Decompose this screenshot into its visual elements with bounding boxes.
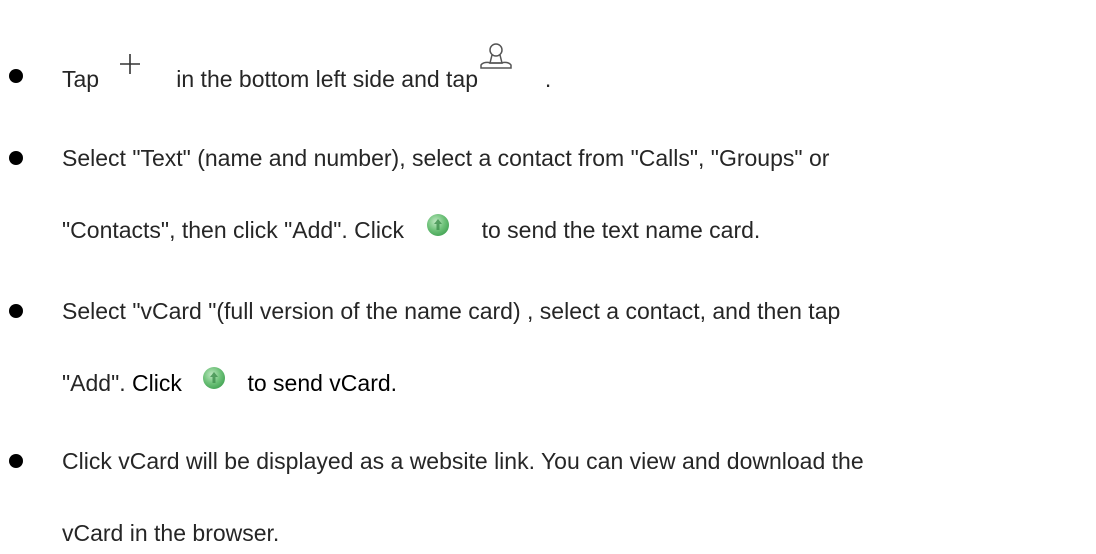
text-segment: "Contacts", then click "Add". Click [62, 217, 405, 244]
bullet-dot [9, 151, 23, 165]
text-line: Select "vCard "(full version of the name… [62, 297, 840, 325]
send-icon [425, 212, 451, 244]
text-segment: to send vCard. [247, 370, 398, 397]
send-icon [201, 365, 227, 397]
text-segment: in the bottom left side and tap [176, 66, 479, 93]
text-segment: Click vCard will be displayed as a websi… [62, 448, 864, 474]
bullet-dot [9, 69, 23, 83]
text-segment: . [544, 66, 552, 93]
plus-icon [119, 53, 141, 81]
text-line: vCard in the browser. [62, 519, 279, 547]
bullet-dot [9, 304, 23, 318]
text-segment: "Add". [62, 370, 126, 397]
text-line: "Add". Click to send vCard. [62, 367, 398, 401]
text-segment: vCard in the browser. [62, 520, 280, 546]
document-body: Tap in the bottom left side and tap . Se… [0, 0, 1096, 554]
bullet-dot [9, 454, 23, 468]
text-line: "Contacts", then click "Add". Click to s… [62, 214, 761, 248]
text-segment: Tap [62, 66, 100, 93]
text-line: Select "Text" (name and number), select … [62, 144, 829, 172]
text-segment: Click [132, 370, 182, 397]
text-segment: Select "Text" (name and number), select … [62, 145, 830, 171]
text-line: Click vCard will be displayed as a websi… [62, 447, 864, 475]
text-line: Tap in the bottom left side and tap . [62, 43, 552, 100]
text-segment: Select "vCard "(full version of the name… [62, 298, 841, 324]
person-icon [478, 42, 514, 80]
text-segment: to send the text name card. [481, 217, 761, 244]
